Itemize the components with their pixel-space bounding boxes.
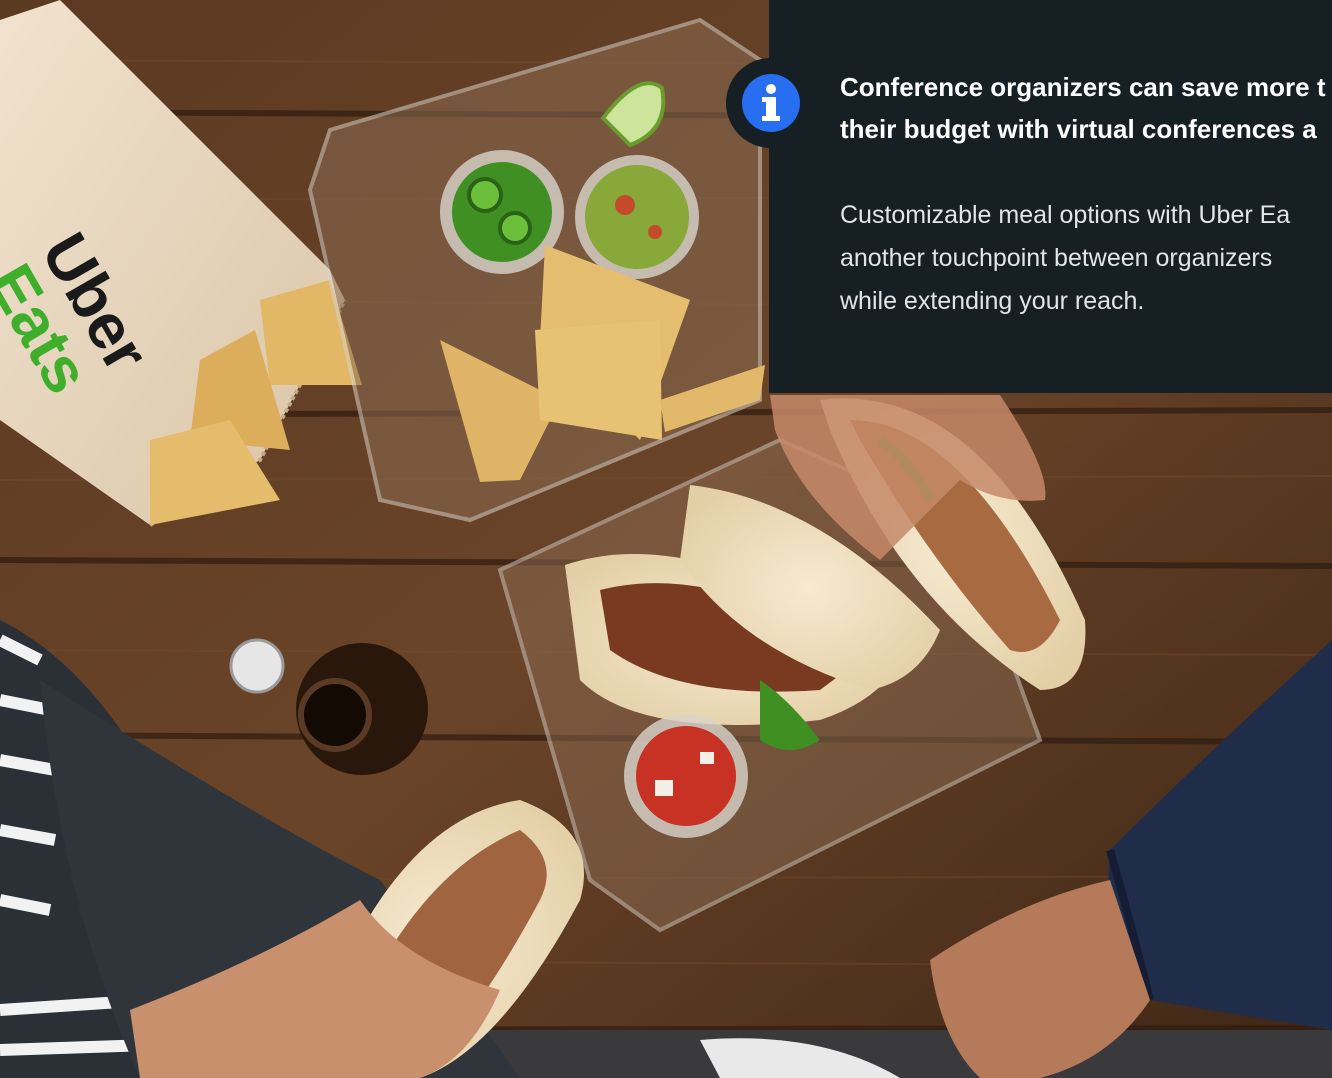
uber-eats-logo-icon: Uber Eats — [0, 221, 163, 405]
info-headline: Conference organizers can save more t th… — [840, 72, 1326, 144]
info-icon — [742, 74, 800, 132]
info-callout-card: Conference organizers can save more t th… — [769, 0, 1332, 393]
info-body: Customizable meal options with Uber Ea a… — [840, 201, 1291, 315]
info-badge — [726, 58, 816, 148]
